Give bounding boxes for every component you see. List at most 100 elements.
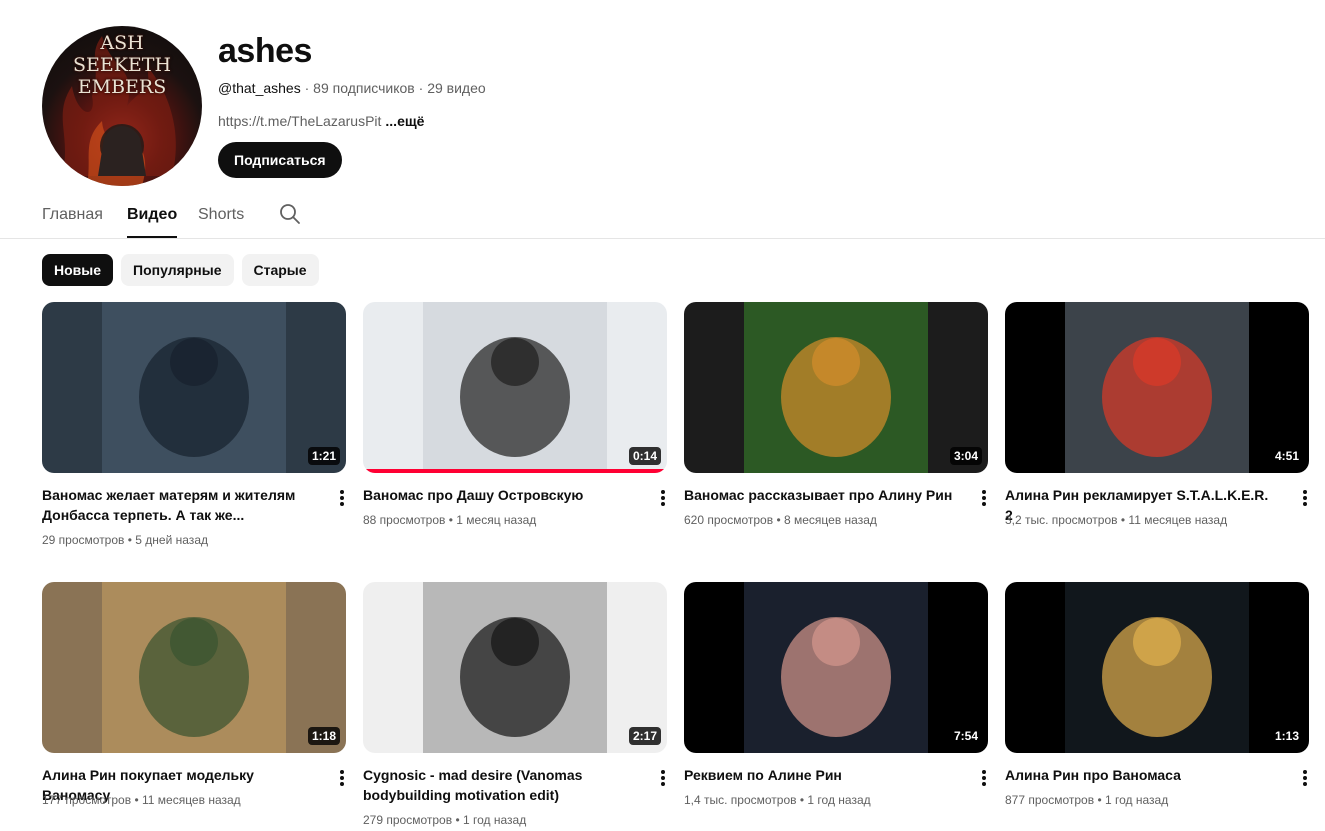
channel-header: ASH SEEKETH EMBERS ashes @that_ashes · 8… [42,26,1282,186]
upload-age: 11 месяцев назад [141,793,241,807]
video-stats: 279 просмотров • 1 год назад [363,813,526,827]
chip-popular[interactable]: Популярные [121,254,234,286]
video-thumbnail[interactable]: 7:54 [684,582,988,753]
search-icon[interactable] [278,202,302,226]
video-duration: 7:54 [949,727,982,745]
channel-avatar[interactable]: ASH SEEKETH EMBERS [42,26,202,186]
video-thumbnail[interactable]: 2:17 [363,582,667,753]
meta-separator: · [304,80,314,96]
view-count: 877 просмотров [1005,793,1095,807]
video-stats: 177 просмотров • 11 месяцев назад [42,793,241,807]
video-card[interactable]: 1:13 Алина Рин про Ваномаса 877 просмотр… [1005,582,1309,807]
video-card[interactable]: 2:17 Cygnosic - mad desire (Vanomas body… [363,582,667,827]
video-thumbnail[interactable]: 4:51 [1005,302,1309,473]
video-duration: 0:14 [628,447,661,465]
upload-age: 5 дней назад [135,533,208,547]
channel-description[interactable]: https://t.me/TheLazarusPit ...ещё [218,113,424,129]
view-count: 3,2 тыс. просмотров [1005,513,1118,527]
channel-meta: @that_ashes · 89 подписчиков · 29 видео [218,80,486,96]
view-count: 88 просмотров [363,513,446,527]
channel-name: ashes [218,32,312,70]
watch-progress-bar [363,469,667,473]
video-duration: 1:21 [307,447,340,465]
video-title[interactable]: Ваномас рассказывает про Алину Рин [684,485,958,505]
view-count: 29 просмотров [42,533,125,547]
upload-age: 1 год назад [807,793,871,807]
video-stats: 877 просмотров • 1 год назад [1005,793,1168,807]
video-card[interactable]: 0:14 Ваномас про Дашу Островскую 88 прос… [363,302,667,527]
channel-tabs: Главная Видео Shorts [0,192,1325,239]
description-link[interactable]: https://t.me/TheLazarusPit [218,113,381,129]
more-actions-icon[interactable] [980,488,988,508]
video-thumbnail[interactable]: 1:18 [42,582,346,753]
view-count: 177 просмотров [42,793,132,807]
thumbnail-image [684,582,988,753]
view-count: 1,4 тыс. просмотров [684,793,797,807]
avatar-text-line: ASH [100,32,144,54]
video-title[interactable]: Реквием по Алине Рин [684,765,958,785]
view-count: 620 просмотров [684,513,774,527]
video-thumbnail[interactable]: 1:13 [1005,582,1309,753]
video-card[interactable]: 7:54 Реквием по Алине Рин 1,4 тыс. просм… [684,582,988,807]
chip-newest[interactable]: Новые [42,254,114,286]
view-count: 279 просмотров [363,813,453,827]
tab-shorts[interactable]: Shorts [198,206,244,236]
more-actions-icon[interactable] [659,768,667,788]
video-duration: 1:18 [307,727,340,745]
video-duration: 2:17 [628,727,661,745]
more-actions-icon[interactable] [338,488,346,508]
upload-age: 1 год назад [462,813,527,827]
more-actions-icon[interactable] [1301,768,1309,788]
video-title[interactable]: Cygnosic - mad desire (Vanomas bodybuild… [363,765,637,805]
more-actions-icon[interactable] [338,768,346,788]
upload-age: 11 месяцев назад [1128,513,1228,527]
avatar-text-line: SEEKETH [72,54,172,76]
thumbnail-image [363,302,667,473]
video-stats: 1,4 тыс. просмотров • 1 год назад [684,793,871,807]
more-link[interactable]: ...ещё [385,113,424,129]
upload-age: 1 месяц назад [456,513,537,527]
video-stats: 3,2 тыс. просмотров • 11 месяцев назад [1005,513,1227,527]
subscriber-count: 89 подписчиков [313,80,415,96]
thumbnail-image [684,302,988,473]
subscribe-button[interactable]: Подписаться [218,142,342,178]
video-stats: 29 просмотров • 5 дней назад [42,533,208,547]
video-duration: 3:04 [949,447,982,465]
upload-age: 1 год назад [1104,793,1169,807]
channel-handle: @that_ashes [218,80,301,96]
stats-separator: • [134,793,142,807]
avatar-text-line: EMBERS [77,76,167,98]
sort-chips: Новые Популярные Старые [42,254,327,286]
video-card[interactable]: 1:21 Ваномас желает матерям и жителям До… [42,302,346,547]
more-actions-icon[interactable] [659,488,667,508]
thumbnail-image [42,302,346,473]
video-thumbnail[interactable]: 3:04 [684,302,988,473]
tab-videos[interactable]: Видео [127,206,178,238]
stats-separator: • [455,813,463,827]
video-duration: 4:51 [1270,447,1303,465]
stats-separator: • [1097,793,1105,807]
video-card[interactable]: 1:18 Алина Рин покупает модельку Ваномас… [42,582,346,807]
tab-home[interactable]: Главная [42,206,103,236]
video-title[interactable]: Ваномас про Дашу Островскую [363,485,637,505]
video-card[interactable]: 3:04 Ваномас рассказывает про Алину Рин … [684,302,988,527]
video-count: 29 видео [427,80,486,96]
upload-age: 8 месяцев назад [783,513,877,527]
video-thumbnail[interactable]: 0:14 [363,302,667,473]
stats-separator: • [776,513,784,527]
video-thumbnail[interactable]: 1:21 [42,302,346,473]
thumbnail-image [1005,302,1309,473]
chip-oldest[interactable]: Старые [241,254,319,286]
more-actions-icon[interactable] [980,768,988,788]
video-duration: 1:13 [1270,727,1303,745]
video-stats: 620 просмотров • 8 месяцев назад [684,513,877,527]
thumbnail-image [363,582,667,753]
video-title[interactable]: Алина Рин про Ваномаса [1005,765,1279,785]
thumbnail-image [42,582,346,753]
video-stats: 88 просмотров • 1 месяц назад [363,513,536,527]
thumbnail-image [1005,582,1309,753]
video-title[interactable]: Ваномас желает матерям и жителям Донбасс… [42,485,316,525]
meta-separator: · [418,80,428,96]
video-card[interactable]: 4:51 Алина Рин рекламирует S.T.A.L.K.E.R… [1005,302,1309,527]
more-actions-icon[interactable] [1301,488,1309,508]
